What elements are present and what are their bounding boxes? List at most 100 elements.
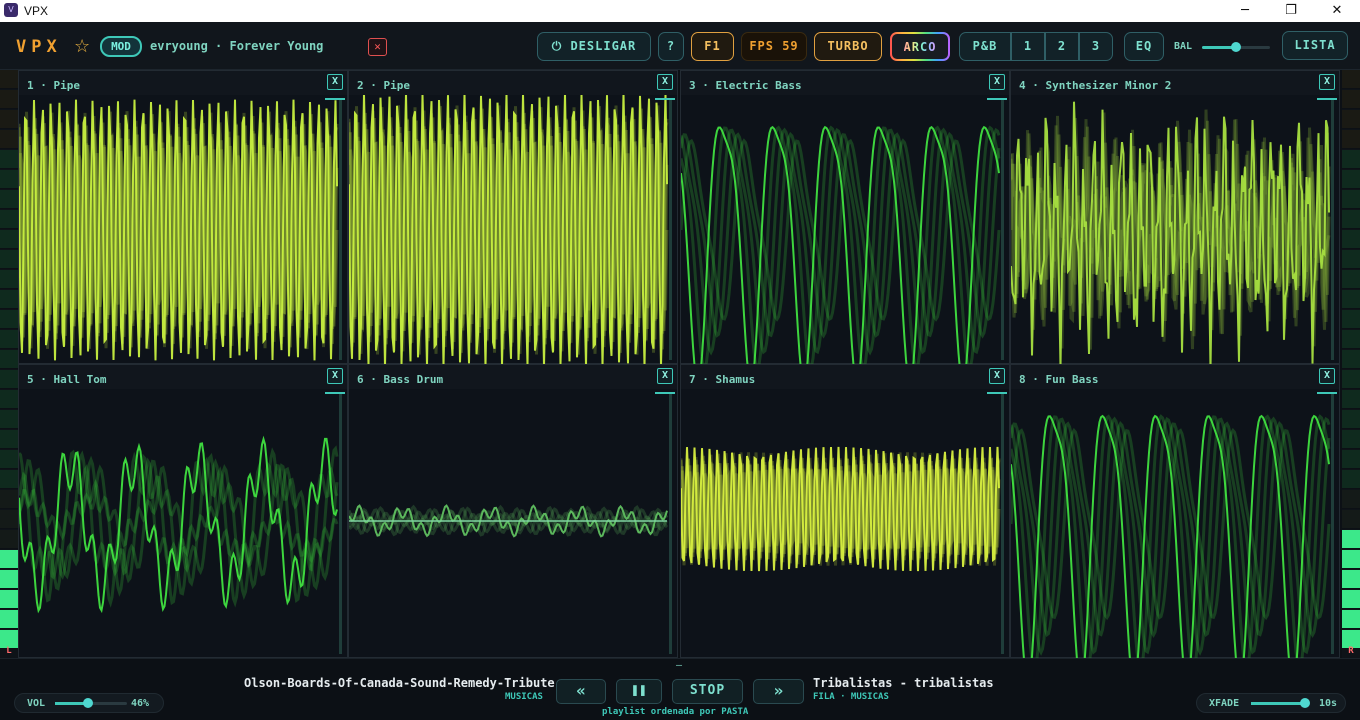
crossfade-value: 10s [1319,698,1338,709]
playlist-button[interactable]: LISTA [1282,31,1348,60]
favorite-star-icon[interactable]: ☆ [74,36,90,57]
vu-segment [1342,210,1360,229]
balance-slider[interactable] [1202,42,1270,52]
preset-2-button[interactable]: 2 [1045,32,1079,61]
vu-segment [0,550,18,569]
scope-header: 7 · Shamus X [681,365,1009,389]
current-track-name: evryoung · Forever Young [150,39,324,53]
waveform-display [19,99,339,361]
turbo-button[interactable]: TURBO [814,32,882,61]
vu-segment [0,110,18,129]
pause-button[interactable]: ❚❚ [616,679,662,704]
scope-close-button[interactable]: X [657,368,673,384]
scope-level-marker [325,98,345,100]
preset-1-button[interactable]: 1 [1011,32,1045,61]
scope-title: 6 · Bass Drum [357,373,444,386]
vu-segment [1342,530,1360,549]
volume-control[interactable]: VOL 46% [14,693,164,713]
vu-segment [0,530,18,549]
vu-meter-left: L [0,70,18,658]
vu-segment [1342,190,1360,209]
scope-header: 2 · Pipe X [349,71,677,95]
vu-segment [0,490,18,509]
scope-level-marker [655,98,675,100]
app-logo: VPX [16,37,62,57]
minimize-button[interactable]: ─ [1222,0,1268,22]
scope-level-bar[interactable] [325,392,345,654]
maximize-button[interactable]: ❐ [1268,0,1314,22]
scope-level-marker [1317,98,1337,100]
scope-header: 6 · Bass Drum X [349,365,677,389]
vu-segment [0,310,18,329]
crossfade-knob[interactable] [1300,698,1310,708]
preset-3-button[interactable]: 3 [1079,32,1113,61]
stop-button[interactable]: STOP [672,679,743,704]
main-toolbar: VPX ☆ MOD evryoung · Forever Young ✕ ⏻ D… [0,22,1360,70]
vu-meter-right: R [1342,70,1360,658]
vu-segment [1342,270,1360,289]
close-window-button[interactable]: ✕ [1314,0,1360,22]
vu-segment [1342,470,1360,489]
scope-level-bar[interactable] [655,392,675,654]
scope-close-button[interactable]: X [327,368,343,384]
balance-knob[interactable] [1231,42,1241,52]
vu-segment [1342,150,1360,169]
vu-segment [0,170,18,189]
scope-title: 4 · Synthesizer Minor 2 [1019,79,1172,92]
scope-level-bar[interactable] [1317,392,1337,654]
crossfade-control[interactable]: XFADE 10s [1196,693,1346,713]
scope-panel-6: 6 · Bass Drum X [348,364,678,658]
vu-segment [0,370,18,389]
scope-panel-1: 1 · Pipe X [18,70,348,364]
scope-header: 4 · Synthesizer Minor 2 X [1011,71,1339,95]
scope-level-bar[interactable] [655,98,675,360]
scope-close-button[interactable]: X [1319,74,1335,90]
power-off-button[interactable]: ⏻ DESLIGAR [537,32,651,61]
scope-level-bar[interactable] [987,98,1007,360]
balance-label: BAL [1174,41,1193,52]
vu-segment [1342,170,1360,189]
scope-level-bar[interactable] [1317,98,1337,360]
vu-segment [1342,110,1360,129]
scope-title: 2 · Pipe [357,79,410,92]
crossfade-slider[interactable] [1251,698,1310,708]
vu-segment [0,410,18,429]
scope-level-bar[interactable] [987,392,1007,654]
scope-level-marker [655,392,675,394]
transport-bar: VOL 46% Olson-Boards-Of-Canada-Sound-Rem… [0,658,1360,720]
arco-button[interactable]: ARCO [890,32,950,61]
rewind-button[interactable]: « [556,679,606,704]
volume-slider[interactable] [55,698,127,708]
help-button[interactable]: ? [658,32,684,61]
scope-close-button[interactable]: X [1319,368,1335,384]
forward-button[interactable]: » [753,679,804,704]
scope-panel-3: 3 · Electric Bass X [680,70,1010,365]
crossfade-label: XFADE [1209,698,1240,709]
vu-segment [1342,410,1360,429]
vu-right-label: R [1348,646,1354,656]
waveform-display [19,435,339,614]
scope-close-button[interactable]: X [989,368,1005,384]
scope-level-bar[interactable] [325,98,345,360]
scope-header: 3 · Electric Bass X [681,71,1009,95]
vu-segment [0,590,18,609]
scope-level-marker [987,98,1007,100]
f1-button[interactable]: F1 [691,32,734,61]
scope-close-button[interactable]: X [989,74,1005,90]
vu-segment [0,430,18,449]
remove-track-button[interactable]: ✕ [368,38,387,56]
volume-value: 46% [131,698,150,709]
eq-button[interactable]: EQ [1124,32,1164,61]
scope-title: 5 · Hall Tom [27,373,107,386]
pb-button[interactable]: P&B [959,32,1011,61]
scope-close-button[interactable]: X [327,74,343,90]
window-title: VPX [24,4,49,18]
vu-segment [0,70,18,89]
transport-dash: – [676,660,683,671]
volume-knob[interactable] [83,698,94,708]
vu-segment [0,230,18,249]
vu-segment [1342,310,1360,329]
mod-badge[interactable]: MOD [100,36,142,57]
scope-title: 3 · Electric Bass [689,79,802,92]
scope-close-button[interactable]: X [657,74,673,90]
